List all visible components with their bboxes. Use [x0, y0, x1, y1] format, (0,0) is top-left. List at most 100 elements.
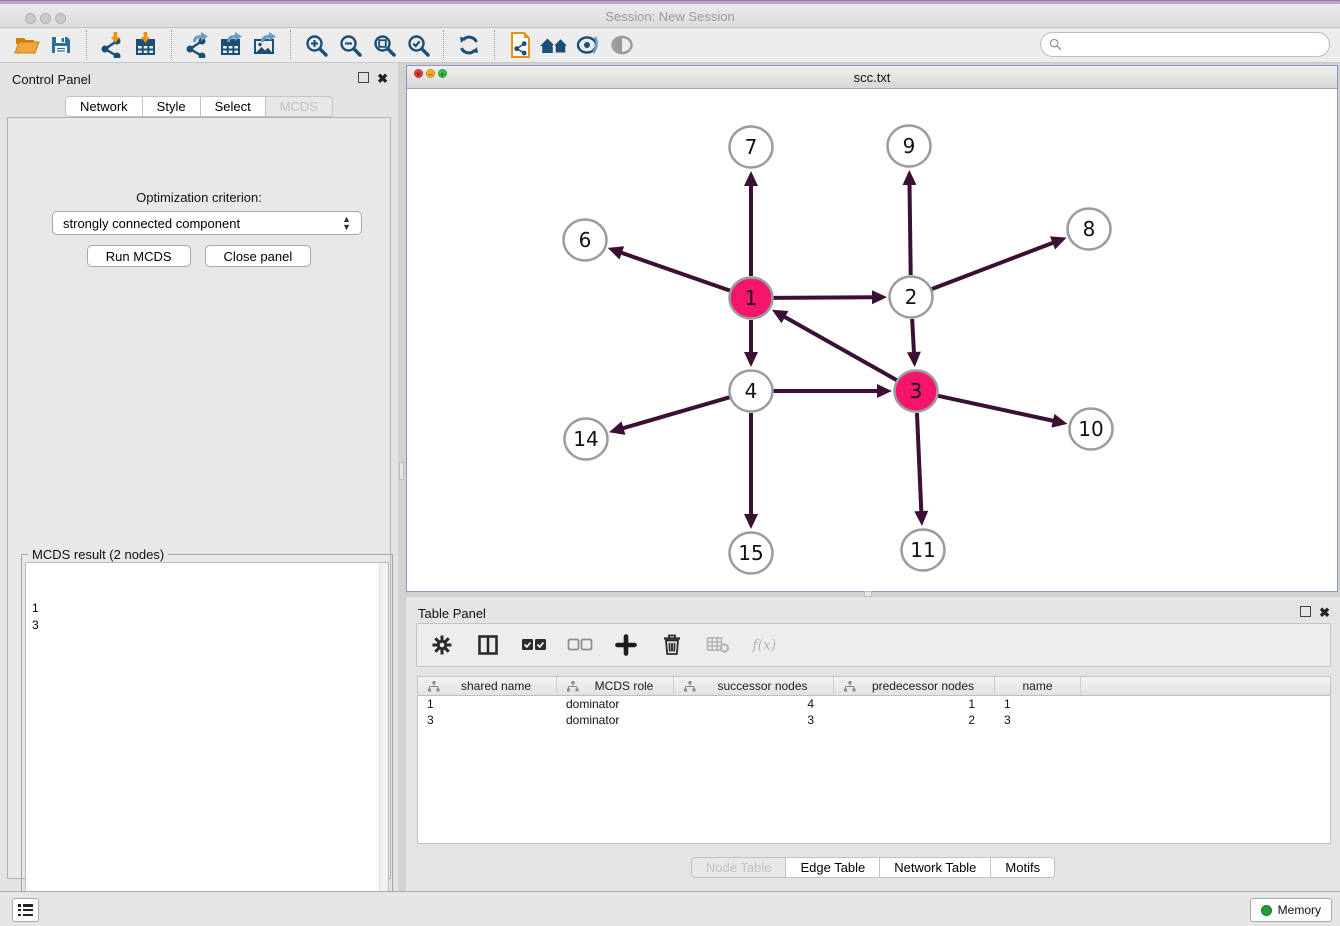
graph-node-2[interactable]: 2	[890, 277, 933, 318]
table-row[interactable]: 1dominator411	[418, 696, 1330, 712]
table-cell: 4	[674, 696, 834, 712]
column-header-successor-nodes[interactable]: successor nodes	[674, 677, 834, 695]
task-history-button[interactable]	[12, 898, 39, 922]
edge-1-2[interactable]	[773, 297, 875, 298]
edge-3-11[interactable]	[917, 413, 921, 514]
open-folder-icon[interactable]	[10, 30, 44, 60]
control-panel-close-icon[interactable]: ✖	[377, 71, 388, 87]
tab-network[interactable]: Network	[65, 96, 143, 117]
tab-motifs[interactable]: Motifs	[991, 857, 1055, 878]
export-image-icon[interactable]	[248, 30, 282, 60]
import-network-icon[interactable]	[95, 30, 129, 60]
graph-node-9[interactable]: 9	[888, 126, 931, 167]
toggle-graphics-details-icon[interactable]	[571, 30, 605, 60]
vertical-splitter[interactable]	[398, 63, 406, 891]
edge-2-3[interactable]	[912, 319, 914, 355]
table-toolbar: f(x)	[416, 623, 1331, 667]
table-row[interactable]: 3dominator323	[418, 712, 1330, 728]
mcds-result-group: MCDS result (2 nodes) 13	[21, 554, 393, 926]
column-header-shared-name[interactable]: shared name	[418, 677, 557, 695]
graph-node-3[interactable]: 3	[895, 371, 938, 412]
gear-icon[interactable]	[429, 632, 455, 658]
search-icon	[1049, 38, 1062, 51]
refresh-icon[interactable]	[452, 30, 486, 60]
status-bar: Memory	[0, 891, 1340, 926]
trash-icon[interactable]	[659, 632, 685, 658]
tab-mcds[interactable]: MCDS	[266, 96, 333, 117]
export-network-icon[interactable]	[180, 30, 214, 60]
memory-button[interactable]: Memory	[1250, 898, 1332, 922]
mcds-result-title: MCDS result (2 nodes)	[28, 547, 168, 562]
select-all-icon[interactable]	[521, 632, 547, 658]
edge-3-1[interactable]	[782, 316, 896, 381]
new-network-from-selection-icon[interactable]	[503, 30, 537, 60]
search-input[interactable]	[1062, 35, 1329, 55]
graph-node-7[interactable]: 7	[730, 127, 773, 168]
node-label: 6	[579, 228, 592, 252]
home-icon[interactable]	[537, 30, 571, 60]
table-panel-float-icon[interactable]	[1300, 606, 1311, 617]
graph-node-10[interactable]: 10	[1070, 409, 1113, 450]
zoom-fit-icon[interactable]	[367, 30, 401, 60]
criterion-select[interactable]: strongly connected component ▲▼	[52, 211, 362, 235]
node-label: 14	[573, 427, 598, 451]
export-table-icon[interactable]	[214, 30, 248, 60]
columns-icon[interactable]	[475, 632, 501, 658]
result-scrollbar[interactable]	[379, 563, 388, 925]
table-panel-close-icon[interactable]: ✖	[1319, 605, 1330, 621]
save-icon[interactable]	[44, 30, 78, 60]
edge-2-9[interactable]	[909, 182, 910, 275]
control-panel: Control Panel ✖ NetworkStyleSelectMCDS O…	[0, 63, 398, 891]
edge-3-10[interactable]	[937, 396, 1055, 422]
import-table-icon[interactable]	[129, 30, 163, 60]
graph-node-8[interactable]: 8	[1068, 209, 1111, 250]
node-label: 4	[745, 379, 758, 403]
run-mcds-button[interactable]: Run MCDS	[87, 245, 191, 267]
column-header-predecessor-nodes[interactable]: predecessor nodes	[834, 677, 995, 695]
zoom-selected-icon[interactable]	[401, 30, 435, 60]
tab-select[interactable]: Select	[201, 96, 266, 117]
node-label: 2	[905, 285, 918, 309]
edge-arrowhead	[877, 384, 892, 398]
splitter-handle[interactable]	[399, 462, 404, 480]
close-panel-button[interactable]: Close panel	[205, 245, 312, 267]
tab-style[interactable]: Style	[143, 96, 201, 117]
control-panel-float-icon[interactable]	[358, 72, 369, 83]
add-icon[interactable]	[613, 632, 639, 658]
edge-arrowhead	[744, 352, 758, 367]
edge-1-6[interactable]	[619, 252, 730, 291]
network-graph[interactable]: 7 9 6 8 1 2 4 3 14 10 15 11	[407, 89, 1337, 591]
tab-edge-table[interactable]: Edge Table	[786, 857, 880, 878]
table-cell: 2	[834, 712, 995, 728]
node-label: 1	[745, 286, 758, 310]
zoom-out-icon[interactable]	[333, 30, 367, 60]
graph-node-4[interactable]: 4	[730, 371, 773, 412]
table-cell: 3	[674, 712, 834, 728]
mcds-result-list[interactable]: 13	[25, 562, 389, 926]
graph-node-1[interactable]: 1	[730, 278, 773, 319]
network-titlebar[interactable]: × − + scc.txt	[407, 66, 1337, 89]
edge-arrowhead	[872, 290, 887, 304]
column-header-name[interactable]: name	[995, 677, 1081, 695]
edge-2-8[interactable]	[932, 242, 1056, 289]
node-label: 3	[910, 379, 923, 403]
deselect-all-icon[interactable]	[567, 632, 593, 658]
delete-table-icon	[705, 632, 731, 658]
graph-node-6[interactable]: 6	[564, 220, 607, 261]
tab-network-table[interactable]: Network Table	[880, 857, 991, 878]
graph-node-14[interactable]: 14	[565, 419, 608, 460]
tab-node-table[interactable]: Node Table	[691, 857, 787, 878]
search-box[interactable]	[1040, 32, 1330, 57]
network-canvas[interactable]: 7 9 6 8 1 2 4 3 14 10 15 11	[407, 89, 1337, 591]
edge-4-14[interactable]	[621, 397, 730, 429]
graph-node-15[interactable]: 15	[730, 533, 773, 574]
table-cell: 1	[418, 696, 557, 712]
toolbar-separator	[171, 30, 172, 60]
app-titlebar: Session: New Session	[0, 4, 1340, 28]
graph-node-11[interactable]: 11	[902, 530, 945, 571]
node-label: 10	[1078, 417, 1103, 441]
svg-text:f(x): f(x)	[752, 638, 777, 654]
column-header-MCDS-role[interactable]: MCDS role	[557, 677, 674, 695]
zoom-in-icon[interactable]	[299, 30, 333, 60]
toolbar-separator	[290, 30, 291, 60]
